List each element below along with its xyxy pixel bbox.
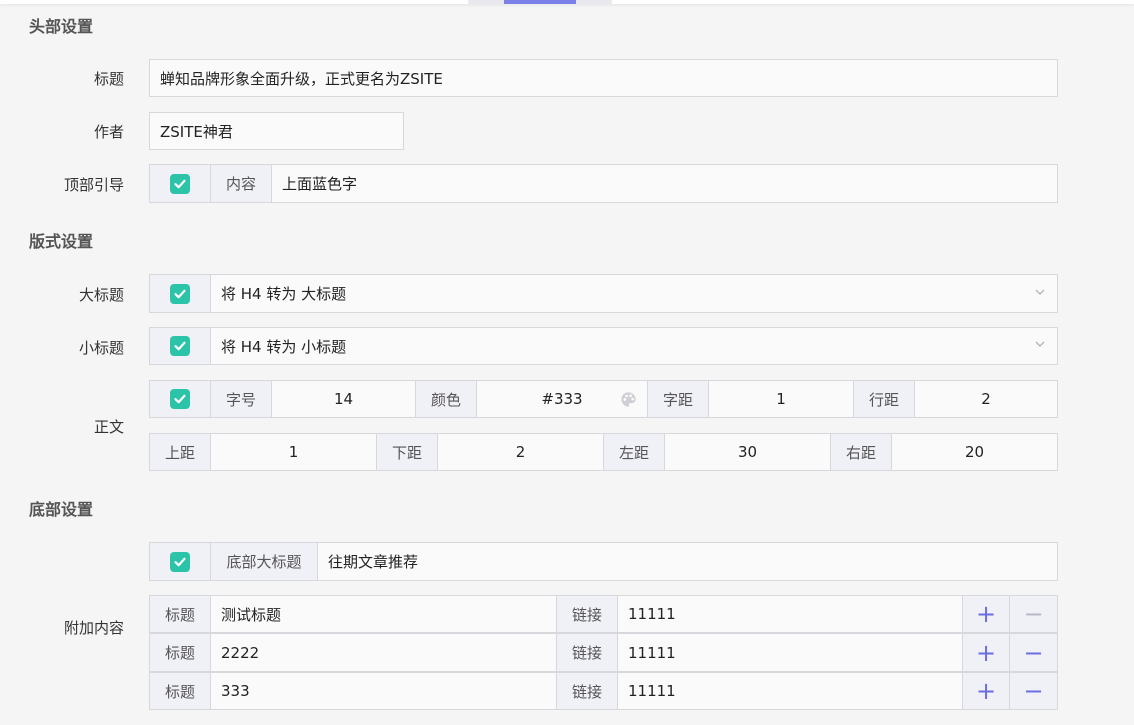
- small-title-select[interactable]: 将 H4 转为 小标题: [211, 328, 1057, 364]
- extra-row-link-addon: 链接: [557, 596, 618, 632]
- title-input-value: 蝉知品牌形象全面升级，正式更名为ZSITE: [150, 60, 1057, 96]
- active-tab-indicator[interactable]: [504, 0, 576, 4]
- add-row-button[interactable]: +: [963, 634, 1010, 671]
- margin-bottom-input[interactable]: 2: [438, 434, 604, 470]
- minus-icon: −: [1023, 677, 1044, 705]
- extra-row-title-addon: 标题: [150, 634, 211, 671]
- top-guide-label: 顶部引导: [63, 176, 124, 194]
- body-font-group: 字号 14 颜色 #333 字距 1 行距 2: [149, 380, 1058, 418]
- extra-row-link-addon: 链接: [557, 634, 618, 671]
- extra-row-link-input[interactable]: 11111: [618, 673, 963, 709]
- extra-row-link-input[interactable]: 11111: [618, 634, 963, 671]
- title-input[interactable]: 蝉知品牌形象全面升级，正式更名为ZSITE: [149, 59, 1058, 97]
- footer-title-group: 底部大标题 往期文章推荐: [149, 542, 1058, 581]
- minus-icon: −: [1023, 638, 1044, 667]
- extra-row-title-addon: 标题: [150, 673, 211, 709]
- big-title-select[interactable]: 将 H4 转为 大标题: [211, 275, 1057, 312]
- footer-title-checkbox-cell[interactable]: [150, 543, 211, 580]
- letter-spacing-input[interactable]: 1: [709, 381, 854, 417]
- check-icon: [174, 289, 186, 298]
- top-guide-checkbox-cell[interactable]: [150, 165, 211, 202]
- chevron-down-icon: [1035, 289, 1045, 295]
- remove-row-button[interactable]: −: [1010, 596, 1057, 632]
- remove-row-button[interactable]: −: [1010, 673, 1057, 709]
- extra-content-label: 附加内容: [63, 619, 124, 637]
- remove-row-button[interactable]: −: [1010, 634, 1057, 671]
- check-icon: [174, 557, 186, 566]
- footer-title-input[interactable]: 往期文章推荐: [318, 543, 1057, 580]
- extra-row-title-input[interactable]: 2222: [211, 634, 557, 671]
- author-label: 作者: [93, 123, 124, 141]
- body-margin-group: 上距 1 下距 2 左距 30 右距 20: [149, 433, 1058, 471]
- add-row-button[interactable]: +: [963, 673, 1010, 709]
- big-title-checkbox[interactable]: [170, 283, 190, 304]
- font-size-input[interactable]: 14: [272, 381, 416, 417]
- section-title-format: 版式设置: [29, 232, 94, 251]
- footer-title-checkbox[interactable]: [170, 551, 190, 572]
- line-spacing-addon: 行距: [854, 381, 915, 417]
- body-checkbox[interactable]: [170, 389, 190, 409]
- extra-row-title-addon: 标题: [150, 596, 211, 632]
- extra-row-link-input[interactable]: 11111: [618, 596, 963, 632]
- top-guide-content-input[interactable]: 上面蓝色字: [272, 165, 1057, 202]
- title-label: 标题: [93, 70, 124, 88]
- top-tab-bar: [0, 0, 1134, 4]
- plus-icon: +: [975, 600, 997, 628]
- big-title-checkbox-cell[interactable]: [150, 275, 211, 312]
- top-guide-content-addon: 内容: [211, 165, 272, 202]
- body-label: 正文: [93, 418, 124, 436]
- margin-right-addon: 右距: [831, 434, 892, 470]
- tab-group: [468, 0, 612, 4]
- color-input[interactable]: #333: [477, 381, 648, 417]
- section-title-header: 头部设置: [29, 17, 94, 36]
- author-input-value: ZSITE神君: [150, 113, 403, 149]
- small-title-group: 将 H4 转为 小标题: [149, 327, 1058, 365]
- big-title-label: 大标题: [78, 286, 124, 304]
- top-guide-checkbox[interactable]: [170, 173, 190, 194]
- extra-row-title-input[interactable]: 测试标题: [211, 596, 557, 632]
- margin-left-input[interactable]: 30: [665, 434, 831, 470]
- margin-top-input[interactable]: 1: [211, 434, 377, 470]
- extra-row-link-addon: 链接: [557, 673, 618, 709]
- body-checkbox-cell[interactable]: [150, 381, 211, 417]
- small-title-checkbox-cell[interactable]: [150, 328, 211, 364]
- line-spacing-input[interactable]: 2: [915, 381, 1057, 417]
- chevron-down-icon: [1035, 341, 1045, 347]
- margin-top-addon: 上距: [150, 434, 211, 470]
- extra-row-title-input[interactable]: 333: [211, 673, 557, 709]
- plus-icon: +: [975, 677, 997, 705]
- add-row-button[interactable]: +: [963, 596, 1010, 632]
- footer-title-addon: 底部大标题: [211, 543, 318, 580]
- small-title-checkbox[interactable]: [170, 336, 190, 356]
- minus-icon: −: [1023, 600, 1044, 628]
- letter-spacing-addon: 字距: [648, 381, 709, 417]
- small-title-label: 小标题: [78, 339, 124, 357]
- palette-icon[interactable]: [620, 391, 637, 408]
- color-input-value: #333: [541, 390, 583, 408]
- margin-left-addon: 左距: [604, 434, 665, 470]
- plus-icon: +: [975, 638, 997, 667]
- extra-row: 标题 测试标题 链接 11111 + −: [149, 595, 1058, 633]
- big-title-group: 将 H4 转为 大标题: [149, 274, 1058, 313]
- author-input[interactable]: ZSITE神君: [149, 112, 404, 150]
- extra-row: 标题 2222 链接 11111 + −: [149, 633, 1058, 672]
- check-icon: [174, 341, 186, 351]
- margin-right-input[interactable]: 20: [892, 434, 1057, 470]
- check-icon: [174, 179, 186, 188]
- big-title-select-value: 将 H4 转为 大标题: [221, 285, 347, 303]
- small-title-select-value: 将 H4 转为 小标题: [221, 337, 347, 356]
- extra-row: 标题 333 链接 11111 + −: [149, 672, 1058, 710]
- font-size-addon: 字号: [211, 381, 272, 417]
- top-guide-group: 内容 上面蓝色字: [149, 164, 1058, 203]
- check-icon: [174, 394, 186, 404]
- color-addon: 颜色: [416, 381, 477, 417]
- margin-bottom-addon: 下距: [377, 434, 438, 470]
- section-title-footer: 底部设置: [29, 500, 94, 519]
